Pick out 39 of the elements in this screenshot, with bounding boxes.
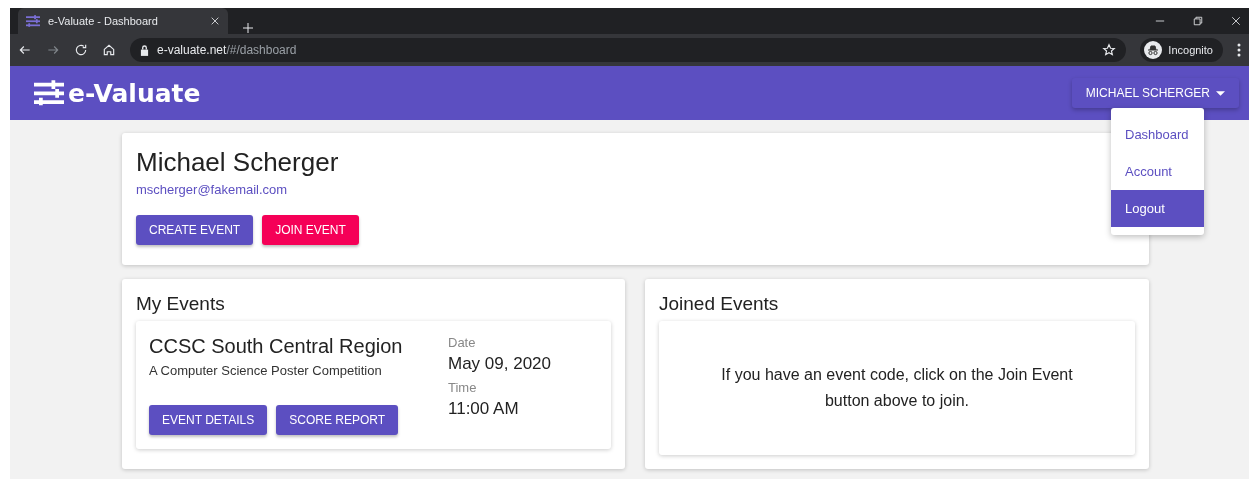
event-action-button[interactable]: SCORE REPORT [276,405,399,435]
date-label: Date [448,335,477,350]
incognito-icon [1144,41,1163,59]
join-event-button[interactable]: JOIN EVENT [262,215,359,245]
event-description: A Computer Science Poster Competition [149,363,383,378]
back-icon[interactable] [18,43,32,57]
menu-item[interactable]: Logout [1111,190,1204,227]
home-icon[interactable] [102,43,116,57]
url-text: e-valuate.net/#/dashboard [157,43,297,57]
new-tab-icon[interactable] [242,22,254,34]
event-time: 11:00 AM [448,399,520,419]
event-date: May 09, 2020 [448,354,552,374]
star-icon[interactable] [1102,43,1117,57]
event-name: CCSC South Central Region [149,335,404,358]
time-label: Time [448,380,478,395]
close-window-icon[interactable] [1231,16,1241,26]
lock-icon [140,44,149,56]
incognito-chip[interactable]: Incognito [1140,38,1223,62]
address-bar[interactable]: e-valuate.net/#/dashboard [130,38,1127,62]
restore-icon[interactable] [1193,16,1203,26]
close-icon[interactable] [210,16,220,26]
app-logo[interactable]: e-Valuate [68,78,201,108]
tab-title: e-Valuate - Dashboard [48,15,159,27]
create-event-button[interactable]: CREATE EVENT [136,215,254,245]
menu-item[interactable]: Account [1111,153,1204,190]
logo-sliders-icon [34,80,64,106]
more-icon[interactable] [1237,43,1241,57]
menu-item[interactable]: Dashboard [1111,116,1204,153]
forward-icon[interactable] [46,43,60,57]
section-title: Joined Events [659,293,780,315]
section-title: My Events [136,293,226,315]
event-action-button[interactable]: EVENT DETAILS [149,405,268,435]
user-menu-button[interactable]: MICHAEL SCHERGER [1071,78,1239,108]
browser-tab[interactable]: e-Valuate - Dashboard [18,8,228,34]
reload-icon[interactable] [74,43,88,57]
tab-favicon-icon [26,15,40,27]
user-email: mscherger@fakemail.com [136,182,289,197]
empty-state-message: If you have an event code, click on the Join Event button above to join. [720,365,1074,411]
caret-icon [1216,90,1225,96]
